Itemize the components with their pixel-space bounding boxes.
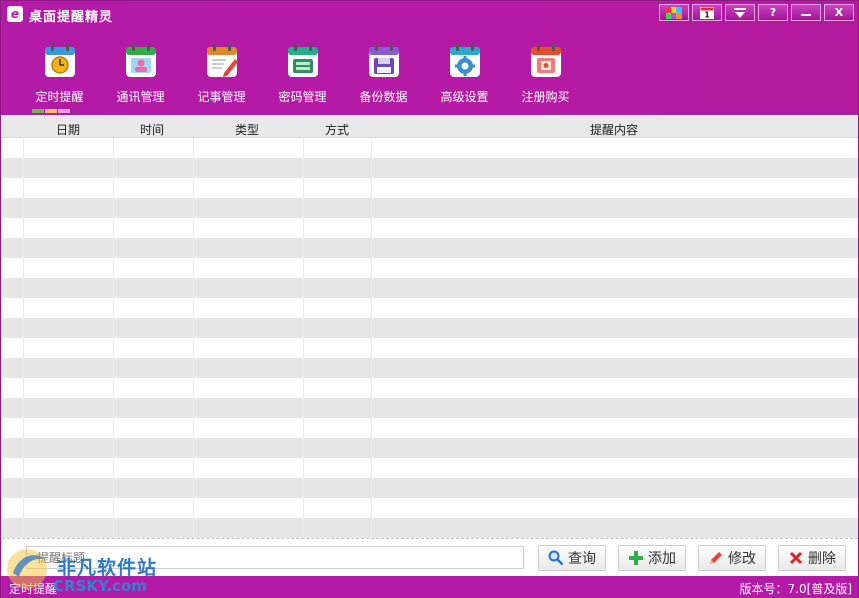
minimize-icon: [801, 13, 811, 16]
tool-register-buy[interactable]: 注册购买: [505, 43, 586, 104]
watermark-en: CRSKY.com: [53, 577, 147, 595]
minimize-button[interactable]: [791, 4, 821, 21]
table-row: [2, 458, 858, 478]
query-button[interactable]: 查询: [538, 545, 606, 571]
register-buy-icon: [530, 44, 561, 77]
tool-passwords[interactable]: 密码管理: [262, 43, 343, 104]
color-palette-icon: [666, 6, 682, 19]
status-version: 版本号：7.0[普及版]: [739, 582, 852, 596]
dropdown-arrow-icon: [734, 7, 746, 18]
table-row: [2, 258, 858, 278]
table-row: [2, 438, 858, 458]
edit-button[interactable]: 修改: [698, 545, 766, 571]
column-header-time[interactable]: 时间: [140, 121, 164, 138]
table-row: [2, 318, 858, 338]
main-toolbar: 定时提醒 通讯管理 记事管理 密码管理 备份数据 高级设置 注册购买: [19, 43, 586, 104]
reminder-table: 日期 时间 类型 方式 提醒内容: [2, 116, 858, 539]
table-row: [2, 238, 858, 258]
column-header-method[interactable]: 方式: [325, 121, 349, 138]
tool-label: 通讯管理: [116, 90, 165, 104]
table-row: [2, 178, 858, 198]
edit-button-label: 修改: [728, 551, 756, 567]
alarm-clock-icon: [44, 44, 75, 77]
table-row: [2, 138, 858, 158]
pencil-icon: [710, 552, 722, 564]
site-watermark: 非凡软件站 CRSKY.com: [5, 541, 165, 597]
table-row: [2, 358, 858, 378]
table-row: [2, 218, 858, 238]
settings-gear-icon: [449, 44, 480, 77]
table-row: [2, 418, 858, 438]
skin-button[interactable]: [659, 4, 689, 21]
plus-icon: [629, 551, 643, 565]
window-controls: 1 ? X: [659, 4, 854, 21]
tool-timed-reminder[interactable]: 定时提醒: [19, 43, 100, 104]
tool-contacts[interactable]: 通讯管理: [100, 43, 181, 104]
calendar-button[interactable]: 1: [692, 4, 722, 21]
column-divider: [23, 138, 24, 538]
watermark-cn: 非凡软件站: [57, 557, 158, 579]
table-row: [2, 338, 858, 358]
column-divider: [303, 138, 304, 538]
add-button[interactable]: 添加: [618, 545, 686, 571]
menu-dropdown-button[interactable]: [725, 4, 755, 21]
query-button-label: 查询: [568, 551, 596, 567]
backup-disk-icon: [368, 44, 399, 77]
table-row: [2, 478, 858, 498]
column-header-date[interactable]: 日期: [56, 121, 80, 138]
close-button[interactable]: X: [824, 4, 854, 21]
table-header: 日期 时间 类型 方式 提醒内容: [2, 116, 858, 138]
delete-button[interactable]: 删除: [778, 545, 846, 571]
calendar-1-icon: 1: [700, 7, 714, 20]
delete-button-label: 删除: [808, 551, 836, 567]
app-window: e 桌面提醒精灵 1 ? X 定时提醒 通讯管理 记事管理 密码管理 备份数据 …: [0, 0, 859, 598]
tool-advanced-settings[interactable]: 高级设置: [424, 43, 505, 104]
watermark-logo-icon: [7, 549, 47, 589]
column-divider: [193, 138, 194, 538]
tool-label: 注册购买: [521, 90, 570, 104]
table-row: [2, 298, 858, 318]
close-icon: X: [834, 6, 844, 19]
tool-label: 定时提醒: [35, 90, 84, 104]
svg-text:1: 1: [704, 11, 710, 20]
table-row: [2, 198, 858, 218]
tool-backup[interactable]: 备份数据: [343, 43, 424, 104]
table-row: [2, 518, 858, 538]
tool-notes[interactable]: 记事管理: [181, 43, 262, 104]
tool-label: 密码管理: [278, 90, 327, 104]
magnifier-icon: [548, 550, 564, 566]
column-divider: [113, 138, 114, 538]
table-row: [2, 278, 858, 298]
notepad-pencil-icon: [206, 44, 238, 77]
delete-x-icon: [789, 551, 803, 565]
table-row: [2, 378, 858, 398]
tool-label: 备份数据: [359, 90, 408, 104]
contacts-icon: [125, 44, 156, 77]
app-logo-icon: e: [7, 6, 23, 22]
active-tab-indicator: [32, 109, 70, 113]
column-header-type[interactable]: 类型: [235, 121, 259, 138]
app-title: 桌面提醒精灵: [29, 10, 114, 25]
header-band: e 桌面提醒精灵 1 ? X 定时提醒 通讯管理 记事管理 密码管理 备份数据 …: [1, 1, 858, 115]
table-row: [2, 498, 858, 518]
table-row: [2, 158, 858, 178]
add-button-label: 添加: [648, 551, 676, 567]
help-icon: ?: [769, 6, 777, 19]
title-bar[interactable]: e 桌面提醒精灵 1 ? X: [1, 1, 858, 27]
column-divider: [371, 138, 372, 538]
column-header-content[interactable]: 提醒内容: [590, 121, 638, 138]
password-icon: [287, 44, 318, 77]
tool-label: 高级设置: [440, 90, 489, 104]
table-row: [2, 398, 858, 418]
table-body[interactable]: [2, 138, 858, 538]
tool-label: 记事管理: [197, 90, 246, 104]
help-button[interactable]: ?: [758, 4, 788, 21]
